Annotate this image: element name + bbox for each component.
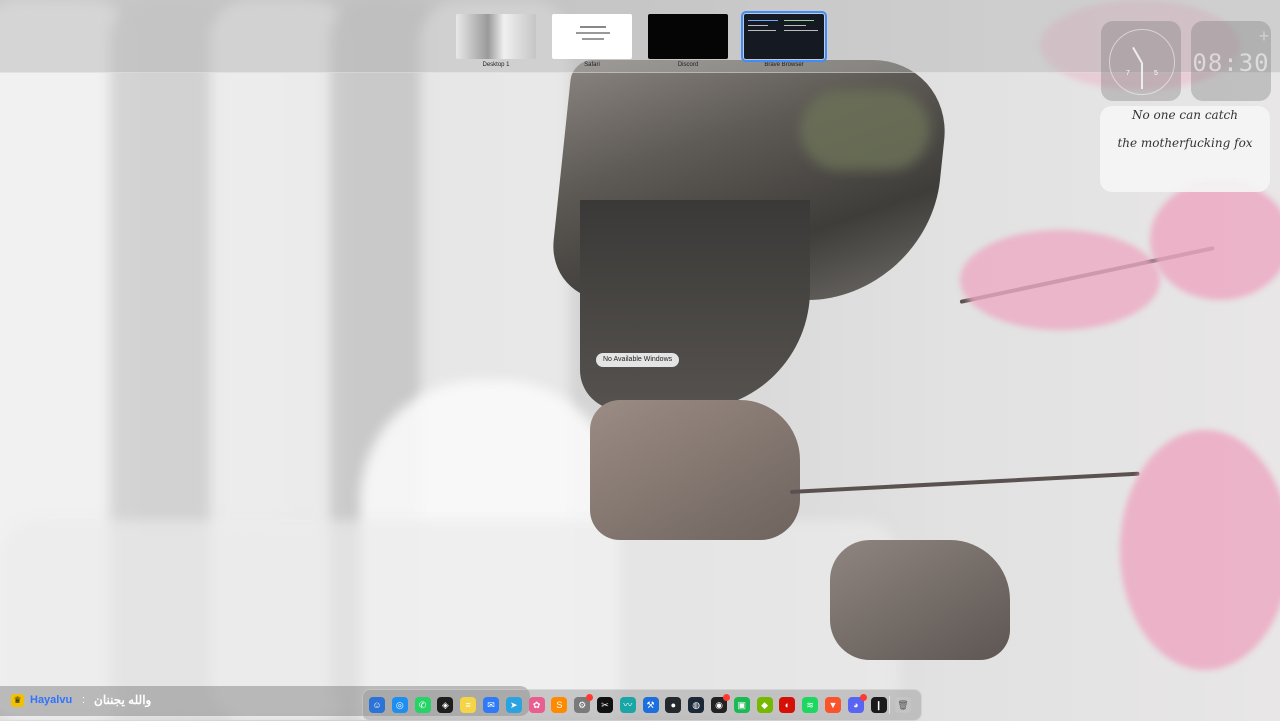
audio-monitor-icon[interactable]: ❙ — [870, 697, 887, 713]
capcut-glyph: ✂ — [601, 700, 609, 710]
mail-icon[interactable]: ✉ — [483, 697, 499, 713]
space-thumbnail — [456, 14, 536, 59]
capcut-icon[interactable]: ✂ — [597, 697, 613, 713]
dock: 🗑 ☺ ◎ ✆ ◈ ≡ ✉ ➤ ✿ S ⚙ ✂ 〰 ⚒ ● ◍ ◉ ▣ ◆ ◐ ≋ ▼ ◕ ❙ — [362, 689, 922, 721]
freeform-glyph: 〰 — [623, 700, 633, 710]
cherry-blossom — [1120, 430, 1280, 670]
notes-icon[interactable]: ≡ — [460, 697, 477, 713]
figma-icon[interactable]: ◈ — [437, 697, 454, 713]
mission-control-spaces-bar: Desktop 1 Safari Discord Brave Browser + — [0, 0, 1280, 73]
notification-badge — [586, 694, 594, 701]
notification-badge — [859, 694, 867, 701]
note-line: No one can catch — [1132, 108, 1238, 122]
clock-face: 7 5 — [1109, 29, 1175, 95]
github-icon[interactable]: ● — [665, 697, 682, 713]
notes-glyph: ≡ — [465, 700, 471, 710]
status-message: والله يجننان — [94, 693, 152, 707]
note-widget[interactable]: No one can catch the motherfucking fox — [1100, 106, 1270, 192]
crown-icon: ♛ — [11, 694, 24, 707]
activity-monitor-glyph: ◉ — [715, 700, 723, 710]
sublime-icon[interactable]: S — [551, 697, 568, 713]
dock-separator — [889, 696, 890, 714]
activity-monitor-icon[interactable]: ◉ — [711, 694, 730, 713]
space-label: Discord — [677, 62, 699, 68]
digital-clock-widget[interactable]: 08:30 — [1191, 21, 1271, 101]
notification-badge — [723, 694, 730, 701]
system-settings-glyph: ⚙ — [578, 700, 587, 710]
safari-icon[interactable]: ◎ — [391, 697, 408, 713]
status-username: Hayalvu — [30, 694, 73, 706]
brave-icon[interactable]: ▼ — [825, 697, 841, 713]
spotify-icon[interactable]: ≋ — [802, 697, 819, 713]
safari-glyph: ◎ — [395, 700, 404, 710]
telegram-icon[interactable]: ➤ — [505, 697, 522, 713]
xcode-icon[interactable]: ⚒ — [642, 697, 659, 713]
space-brave-browser[interactable]: Brave Browser — [741, 11, 827, 68]
cherry-blossom — [960, 230, 1160, 330]
spotify-glyph: ≋ — [806, 700, 814, 710]
xcode-glyph: ⚒ — [646, 700, 655, 710]
cliff-moss — [800, 90, 930, 170]
brave-glyph: ▼ — [828, 700, 838, 710]
figma-glyph: ◈ — [441, 700, 449, 710]
tree-branch — [789, 471, 1140, 494]
finder-glyph: ☺ — [372, 700, 382, 710]
audio-monitor-glyph: ❙ — [874, 700, 883, 710]
space-label: Desktop 1 — [482, 62, 510, 68]
status-separator: : — [82, 694, 86, 706]
note-line: the motherfucking fox — [1117, 136, 1253, 150]
terminal-app-icon[interactable]: ▣ — [733, 697, 750, 713]
space-safari[interactable]: Safari — [552, 14, 632, 68]
trash-glyph: 🗑 — [897, 700, 909, 710]
photos-icon[interactable]: ✿ — [528, 697, 545, 713]
lastfm-glyph: ◐ — [784, 700, 791, 710]
digital-clock-time: 08:30 — [1192, 49, 1270, 77]
telegram-glyph: ➤ — [510, 700, 518, 710]
clock-number: 5 — [1154, 70, 1158, 77]
steam-icon[interactable]: ◍ — [688, 697, 705, 713]
terminal-app-glyph: ▣ — [737, 700, 747, 710]
github-glyph: ● — [670, 700, 677, 710]
space-discord[interactable]: Discord — [648, 14, 728, 68]
mail-glyph: ✉ — [487, 700, 495, 710]
cherry-blossom — [1150, 180, 1280, 300]
space-thumbnail — [552, 14, 632, 59]
lower-rock — [590, 400, 800, 540]
cliff-underside — [580, 200, 810, 410]
nvidia-icon[interactable]: ◆ — [756, 697, 773, 713]
freeform-icon[interactable]: 〰 — [619, 697, 636, 713]
discord-icon[interactable]: ◕ — [847, 694, 867, 713]
space-desktop-1[interactable]: Desktop 1 — [456, 14, 536, 68]
no-windows-label: No Available Windows — [596, 353, 680, 367]
sublime-glyph: S — [556, 700, 563, 710]
nvidia-glyph: ◆ — [761, 700, 769, 710]
system-settings-icon[interactable]: ⚙ — [574, 694, 594, 713]
space-thumbnail — [648, 14, 728, 59]
discord-glyph: ◕ — [853, 700, 859, 710]
steam-glyph: ◍ — [692, 700, 701, 710]
space-thumbnail — [741, 11, 827, 62]
space-label: Brave Browser — [764, 62, 804, 68]
finder-icon[interactable]: ☺ — [369, 697, 385, 713]
photos-glyph: ✿ — [532, 700, 541, 710]
analog-clock-widget[interactable]: 7 5 — [1101, 21, 1181, 101]
clock-number: 7 — [1126, 70, 1130, 77]
lastfm-icon[interactable]: ◐ — [779, 697, 796, 713]
space-label: Safari — [584, 62, 600, 68]
trash-icon[interactable]: 🗑 — [895, 697, 911, 713]
clock-hour-hand — [1132, 46, 1143, 64]
whatsapp-glyph: ✆ — [418, 700, 427, 710]
whatsapp-icon[interactable]: ✆ — [414, 697, 431, 713]
clock-minute-hand — [1141, 63, 1143, 89]
lower-rock — [830, 540, 1010, 660]
